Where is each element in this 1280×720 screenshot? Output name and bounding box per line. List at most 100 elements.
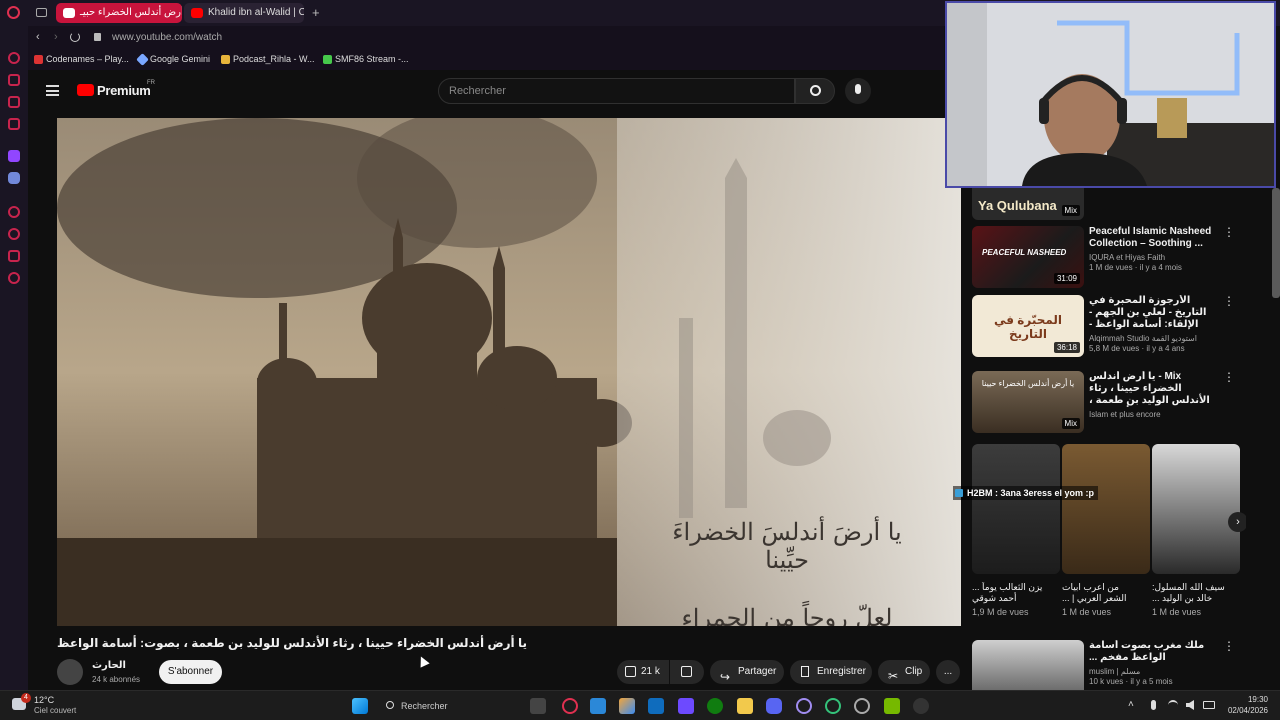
- windows-start-icon[interactable]: [352, 698, 368, 714]
- bookmark-gemini[interactable]: Google Gemini: [136, 53, 210, 66]
- recommendation-channel[interactable]: IQURA et Hiyas Faith: [1089, 253, 1221, 263]
- tray-chevron-icon[interactable]: ˄: [1128, 699, 1134, 710]
- search-box[interactable]: Rechercher: [438, 78, 795, 104]
- extensions-icon[interactable]: [8, 250, 20, 262]
- tab-khalid[interactable]: Khalid ibn al-Walid | Chapt: [184, 3, 304, 23]
- search-input[interactable]: Rechercher: [449, 85, 506, 97]
- bookmark-codenames[interactable]: Codenames – Play...: [34, 54, 129, 64]
- lyrics-line-1: يا أرضَ أندلسَ الخضراءَ حيِّينا: [672, 518, 902, 574]
- like-button[interactable]: 21 k: [617, 660, 669, 684]
- clock-date[interactable]: 02/04/2026: [1222, 706, 1268, 715]
- recommendation-title[interactable]: الأرجوزة المحبرة في التاريخ - لعلي بن ال…: [1089, 295, 1221, 331]
- back-icon[interactable]: ‹: [36, 31, 40, 43]
- short-item[interactable]: سيف الله المسلول: خالد بن الوليد ... 1 M…: [1152, 444, 1240, 617]
- forward-icon[interactable]: ›: [54, 31, 58, 43]
- xbox-icon[interactable]: [707, 698, 723, 714]
- more-actions-button[interactable]: ...: [936, 660, 960, 684]
- obs-icon[interactable]: [913, 698, 929, 714]
- network-icon[interactable]: [1168, 700, 1178, 710]
- more-options-icon[interactable]: ⋮: [1223, 226, 1235, 242]
- recommendation-item[interactable]: يا أرض أندلس الخضراء حيينا Mix Mix - يا …: [972, 371, 1240, 441]
- nvidia-icon[interactable]: [884, 698, 900, 714]
- share-button[interactable]: ↪ Partager: [710, 660, 784, 684]
- proton-icon[interactable]: [678, 698, 694, 714]
- store-icon[interactable]: [648, 698, 664, 714]
- more-options-icon[interactable]: ⋮: [1223, 371, 1235, 387]
- new-tab-button[interactable]: +: [312, 5, 320, 20]
- more-options-icon[interactable]: ⋮: [1223, 640, 1235, 656]
- discord-icon[interactable]: [766, 698, 782, 714]
- scrollbar[interactable]: [1272, 188, 1280, 298]
- bookmarks-bar: Codenames – Play... Google Gemini Podcas…: [28, 50, 944, 70]
- short-title: يزن الثعالب يوماً ... أحمد شوقي: [972, 582, 1043, 603]
- recommendation-item[interactable]: ملك مغرب بصوت أسامة الواعظ مفخم ... musl…: [972, 640, 1240, 690]
- address-bar: ‹ › www.youtube.com/watch: [28, 26, 944, 50]
- browser-sidebar: [0, 26, 28, 690]
- recommendation-channel[interactable]: Alqimmah Studio استوديو القمة: [1089, 334, 1221, 344]
- recommendation-title[interactable]: Mix - يا أرض أندلس الخضراء حيينا ، رثاء …: [1089, 371, 1221, 407]
- short-views: 1 M de vues: [1062, 607, 1112, 617]
- tab-active[interactable]: يا أرض أندلس الخضراء حبيـ: [56, 3, 182, 23]
- settings-icon[interactable]: [8, 272, 20, 284]
- chat-icon: [955, 489, 963, 497]
- clip-button[interactable]: ✂ Clip: [878, 660, 930, 684]
- recommendation-channel[interactable]: Islam et plus encore: [1089, 410, 1221, 420]
- taskbar-search[interactable]: Rechercher: [378, 695, 518, 717]
- volume-icon[interactable]: [1186, 700, 1194, 710]
- channel-name[interactable]: الحارث: [92, 660, 126, 671]
- app-icon[interactable]: [854, 698, 870, 714]
- mail-icon[interactable]: [8, 118, 20, 130]
- bookmark-podcast[interactable]: Podcast_Rihla - W...: [221, 54, 315, 64]
- microphone-icon[interactable]: [1151, 700, 1156, 710]
- mix-badge: Mix: [1061, 205, 1080, 216]
- chat-overlay: H2BM : 3ana 3eress el yom :p: [953, 486, 1099, 500]
- region-label: FR: [147, 80, 155, 86]
- clock-time[interactable]: 19:30: [1222, 695, 1268, 704]
- recommendation-item[interactable]: المحبّرة في التاريخ 36:18 الأرجوزة المحب…: [972, 295, 1240, 365]
- top-thumbnail[interactable]: Ya Qulubana Mix: [972, 188, 1084, 220]
- more-options-icon[interactable]: ⋮: [1223, 295, 1235, 311]
- video-player[interactable]: يا أرضَ أندلسَ الخضراءَ حيِّينا لعلّ روح…: [57, 118, 961, 626]
- voice-search-button[interactable]: [845, 78, 871, 104]
- workspaces-icon[interactable]: [36, 8, 47, 17]
- weather-temp[interactable]: 12°C: [34, 695, 54, 705]
- short-item[interactable]: من اعرب ابيات الشعر العربي | ... 1 M de …: [1062, 444, 1150, 617]
- clock-icon[interactable]: [8, 228, 20, 240]
- recommendation-title[interactable]: ملك مغرب بصوت أسامة الواعظ مفخم ...: [1089, 640, 1221, 664]
- reload-icon[interactable]: [70, 32, 80, 42]
- bookmark-smf86[interactable]: SMF86 Stream -...: [323, 54, 409, 64]
- webcam-feed: [947, 3, 1274, 186]
- subscriber-count: 24 k abonnés: [92, 675, 141, 684]
- task-view-icon[interactable]: [530, 698, 546, 714]
- player-icon[interactable]: [8, 206, 20, 218]
- dislike-button[interactable]: [670, 660, 704, 684]
- recommendation-channel[interactable]: muslim | مسلم: [1089, 667, 1221, 677]
- discord-icon[interactable]: [8, 172, 20, 184]
- photos-icon[interactable]: [590, 698, 606, 714]
- microphone-icon: [855, 84, 861, 94]
- explorer-icon[interactable]: [737, 698, 753, 714]
- menu-icon[interactable]: [46, 85, 59, 96]
- recommendations-panel: Ya Qulubana Mix PEACEFUL NASHEED 31:09 P…: [966, 188, 1246, 690]
- battery-icon[interactable]: [1203, 701, 1215, 709]
- recommendation-item[interactable]: PEACEFUL NASHEED 31:09 Peaceful Islamic …: [972, 226, 1240, 296]
- channel-avatar[interactable]: [57, 659, 83, 685]
- history-icon[interactable]: [8, 52, 20, 64]
- opera-green-icon[interactable]: [825, 698, 841, 714]
- copilot-icon[interactable]: [619, 698, 635, 714]
- twitch-icon[interactable]: [8, 150, 20, 162]
- opera-icon[interactable]: [7, 6, 20, 19]
- windows-taskbar: 4 12°C Ciel couvert Rechercher ˄ 19:30 0…: [0, 690, 1280, 720]
- shorts-next-button[interactable]: ›: [1228, 512, 1246, 532]
- save-button[interactable]: Enregistrer: [790, 660, 872, 684]
- messenger-icon[interactable]: [8, 96, 20, 108]
- search-button[interactable]: [795, 78, 835, 104]
- recommendation-title[interactable]: Peaceful Islamic Nasheed Collection – So…: [1089, 226, 1221, 250]
- short-title: سيف الله المسلول: خالد بن الوليد ...: [1152, 582, 1225, 603]
- opera-icon[interactable]: [562, 698, 578, 714]
- short-item[interactable]: يزن الثعالب يوماً ... أحمد شوقي 1,9 M de…: [972, 444, 1060, 617]
- aria-icon[interactable]: [8, 74, 20, 86]
- url-field[interactable]: www.youtube.com/watch: [112, 32, 222, 43]
- opera-gx-icon[interactable]: [796, 698, 812, 714]
- subscribe-button[interactable]: S'abonner: [159, 660, 222, 684]
